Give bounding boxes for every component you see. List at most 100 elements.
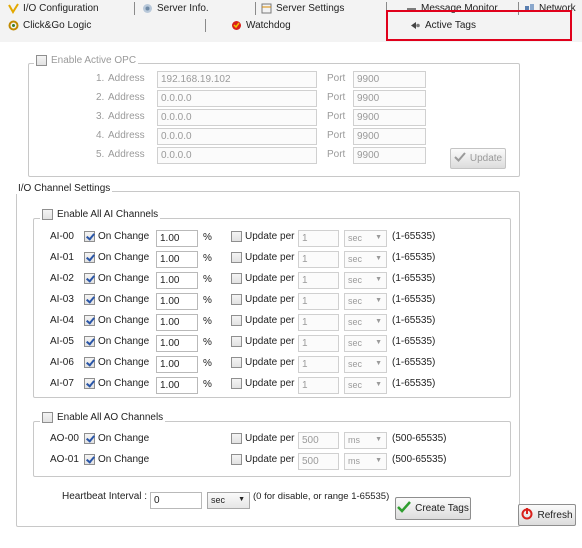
ai-period-input[interactable]: 1: [298, 377, 339, 394]
ai-update-per[interactable]: Update per: [231, 315, 294, 326]
ai-on-change-checkbox[interactable]: [84, 252, 95, 263]
ai-on-change[interactable]: On Change: [84, 357, 149, 368]
chevron-down-icon: ▼: [375, 339, 382, 346]
ai-on-change[interactable]: On Change: [84, 294, 149, 305]
ai-on-change[interactable]: On Change: [84, 336, 149, 347]
ai-channel-name: AI-05: [50, 336, 74, 347]
opc-address-input[interactable]: 0.0.0.0: [157, 128, 317, 145]
ai-update-per-checkbox[interactable]: [231, 294, 242, 305]
ai-update-per[interactable]: Update per: [231, 357, 294, 368]
ai-on-change[interactable]: On Change: [84, 315, 149, 326]
ai-period-unit-select[interactable]: sec ▼: [344, 377, 387, 394]
ai-change-value-input[interactable]: 1.00: [156, 251, 198, 268]
ai-update-per[interactable]: Update per: [231, 252, 294, 263]
ai-unit: %: [203, 274, 212, 285]
ai-update-per-checkbox[interactable]: [231, 273, 242, 284]
ai-period-input[interactable]: 1: [298, 272, 339, 289]
create-tags-button[interactable]: Create Tags: [395, 497, 471, 520]
opc-port-input[interactable]: 9900: [353, 128, 426, 145]
tab-server-settings[interactable]: Server Settings: [261, 3, 344, 14]
ao-period-unit-select[interactable]: ms ▼: [344, 432, 387, 449]
ai-change-value-input[interactable]: 1.00: [156, 314, 198, 331]
ai-update-per[interactable]: Update per: [231, 231, 294, 242]
opc-port-input[interactable]: 9900: [353, 71, 426, 88]
tab-server-info[interactable]: Server Info.: [142, 3, 209, 14]
tab-watchdog[interactable]: Watchdog: [231, 20, 291, 31]
ai-period-input[interactable]: 1: [298, 293, 339, 310]
opc-address-input[interactable]: 0.0.0.0: [157, 147, 317, 164]
ai-on-change[interactable]: On Change: [84, 378, 149, 389]
ao-update-per-checkbox[interactable]: [231, 454, 242, 465]
enable-all-ao[interactable]: Enable All AO Channels: [40, 412, 166, 423]
ai-change-value-input[interactable]: 1.00: [156, 377, 198, 394]
tab-click-go-logic[interactable]: Click&Go Logic: [8, 20, 91, 31]
opc-address-input[interactable]: 192.168.19.102: [157, 71, 317, 88]
ai-update-per-checkbox[interactable]: [231, 357, 242, 368]
tab-io-configuration[interactable]: I/O Configuration: [8, 3, 99, 14]
heartbeat-unit-select[interactable]: sec ▼: [207, 492, 250, 509]
ai-update-per[interactable]: Update per: [231, 378, 294, 389]
ai-update-per[interactable]: Update per: [231, 273, 294, 284]
ai-period-input[interactable]: 1: [298, 230, 339, 247]
ao-on-change-checkbox[interactable]: [84, 454, 95, 465]
ai-change-value-input[interactable]: 1.00: [156, 356, 198, 373]
ai-change-value-input[interactable]: 1.00: [156, 293, 198, 310]
ai-unit: %: [203, 379, 212, 390]
ao-update-per[interactable]: Update per: [231, 433, 294, 444]
ai-on-change-checkbox[interactable]: [84, 336, 95, 347]
enable-all-ai-checkbox[interactable]: [42, 209, 53, 220]
enable-all-ao-checkbox[interactable]: [42, 412, 53, 423]
ao-period-input[interactable]: 500: [298, 453, 339, 470]
opc-address-input[interactable]: 0.0.0.0: [157, 109, 317, 126]
ai-period-input[interactable]: 1: [298, 335, 339, 352]
ai-on-change-checkbox[interactable]: [84, 378, 95, 389]
enable-active-opc[interactable]: Enable Active OPC: [34, 55, 139, 66]
opc-address-input[interactable]: 0.0.0.0: [157, 90, 317, 107]
opc-port-input[interactable]: 9900: [353, 147, 426, 164]
ai-update-per-checkbox[interactable]: [231, 315, 242, 326]
ao-on-change[interactable]: On Change: [84, 433, 149, 444]
refresh-button[interactable]: Refresh: [518, 504, 576, 526]
ai-on-change[interactable]: On Change: [84, 273, 149, 284]
ai-change-value-input[interactable]: 1.00: [156, 272, 198, 289]
ai-period-unit-select[interactable]: sec ▼: [344, 251, 387, 268]
ai-on-change[interactable]: On Change: [84, 252, 149, 263]
ai-period-unit-select[interactable]: sec ▼: [344, 293, 387, 310]
ai-on-change-checkbox[interactable]: [84, 273, 95, 284]
ai-period-input[interactable]: 1: [298, 251, 339, 268]
ai-period-unit-select[interactable]: sec ▼: [344, 230, 387, 247]
update-button[interactable]: Update: [450, 148, 506, 169]
ai-update-per-checkbox[interactable]: [231, 252, 242, 263]
ai-period-unit-select[interactable]: sec ▼: [344, 272, 387, 289]
opc-port-input[interactable]: 9900: [353, 90, 426, 107]
ai-change-value-input[interactable]: 1.00: [156, 230, 198, 247]
ai-on-change-checkbox[interactable]: [84, 315, 95, 326]
ai-period-unit-select[interactable]: sec ▼: [344, 356, 387, 373]
ai-update-per-checkbox[interactable]: [231, 231, 242, 242]
ao-update-per-checkbox[interactable]: [231, 433, 242, 444]
enable-all-ai[interactable]: Enable All AI Channels: [40, 209, 161, 220]
opc-port-input[interactable]: 9900: [353, 109, 426, 126]
ai-period-unit-select[interactable]: sec ▼: [344, 314, 387, 331]
ai-period-input[interactable]: 1: [298, 314, 339, 331]
ai-period-input[interactable]: 1: [298, 356, 339, 373]
ao-on-change[interactable]: On Change: [84, 454, 149, 465]
ai-update-per[interactable]: Update per: [231, 294, 294, 305]
ai-period-unit-select[interactable]: sec ▼: [344, 335, 387, 352]
ai-on-change-checkbox[interactable]: [84, 357, 95, 368]
enable-active-opc-checkbox[interactable]: [36, 55, 47, 66]
ao-channels-group: [33, 421, 511, 477]
ai-update-per-checkbox[interactable]: [231, 378, 242, 389]
heartbeat-input[interactable]: 0: [150, 492, 202, 509]
ao-on-change-checkbox[interactable]: [84, 433, 95, 444]
ai-change-value-input[interactable]: 1.00: [156, 335, 198, 352]
ai-update-per-checkbox[interactable]: [231, 336, 242, 347]
tab-label: Server Settings: [276, 3, 345, 14]
ao-update-per[interactable]: Update per: [231, 454, 294, 465]
ai-on-change-checkbox[interactable]: [84, 231, 95, 242]
ai-on-change[interactable]: On Change: [84, 231, 149, 242]
ao-period-input[interactable]: 500: [298, 432, 339, 449]
ao-period-unit-select[interactable]: ms ▼: [344, 453, 387, 470]
ai-on-change-checkbox[interactable]: [84, 294, 95, 305]
ai-update-per[interactable]: Update per: [231, 336, 294, 347]
